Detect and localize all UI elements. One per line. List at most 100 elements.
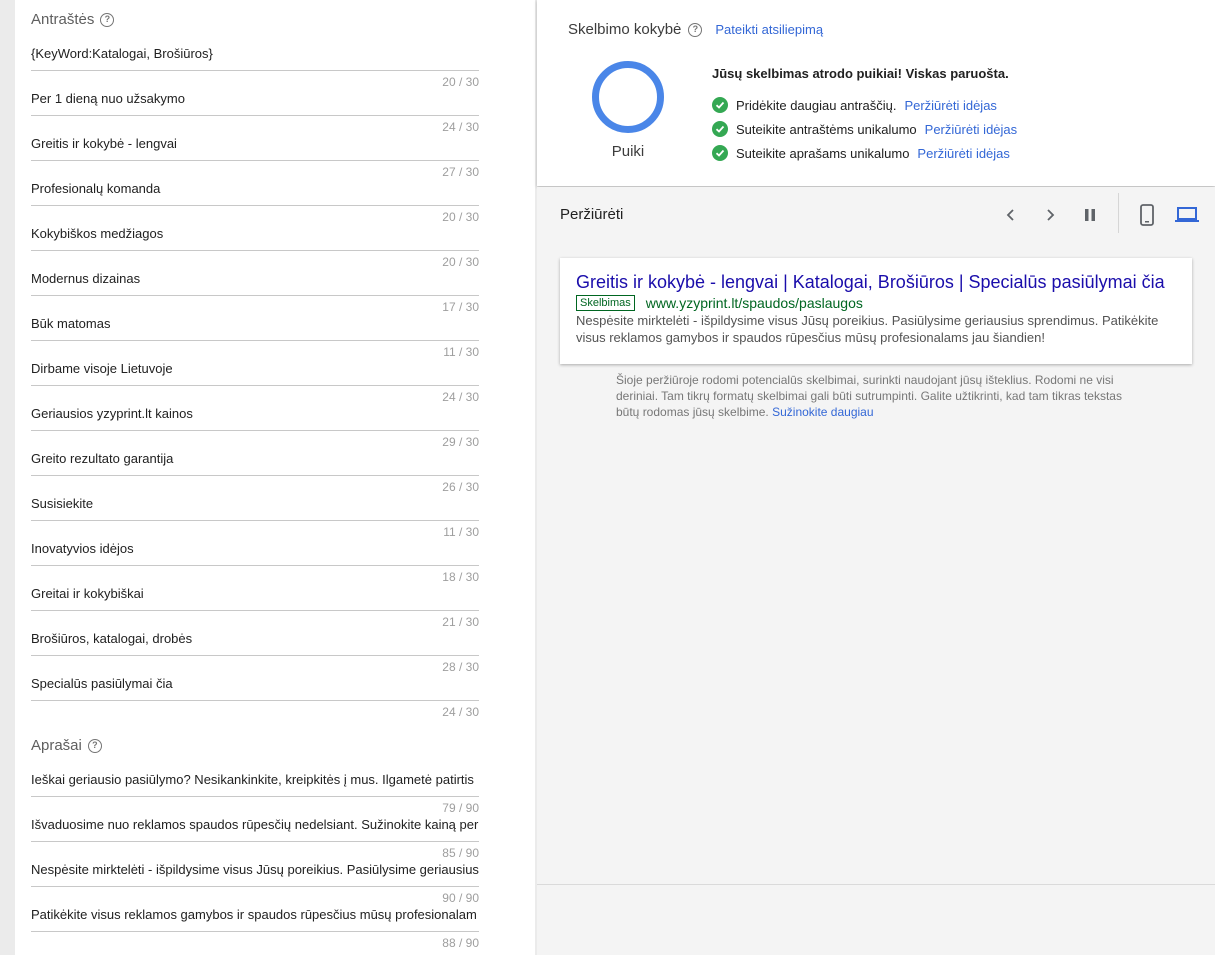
field-value[interactable]: Nespėsite mirktelėti - išpildysime visus…	[31, 861, 479, 879]
field-underline	[31, 340, 479, 341]
help-icon[interactable]: ?	[87, 738, 102, 753]
headline-field[interactable]: {KeyWord:Katalogai, Brošiūros} 20 / 30	[31, 45, 479, 90]
view-ideas-link[interactable]: Peržiūrėti idėjas	[925, 122, 1018, 137]
field-value[interactable]: Ieškai geriausio pasiūlymo? Nesikankinki…	[31, 771, 479, 789]
headline-field[interactable]: Dirbame visoje Lietuvoje 24 / 30	[31, 360, 479, 405]
headline-field[interactable]: Geriausios yzyprint.lt kainos 29 / 30	[31, 405, 479, 450]
headline-field[interactable]: Inovatyvios idėjos 18 / 30	[31, 540, 479, 585]
headline-field[interactable]: Kokybiškos medžiagos 20 / 30	[31, 225, 479, 270]
character-count: 24 / 30	[442, 705, 479, 719]
field-value[interactable]: Kokybiškos medžiagos	[31, 225, 479, 243]
ad-display-url: www.yzyprint.lt/spaudos/paslaugos	[645, 295, 863, 311]
field-value[interactable]: Specialūs pasiūlymai čia	[31, 675, 479, 693]
field-underline	[31, 205, 479, 206]
field-value[interactable]: Geriausios yzyprint.lt kainos	[31, 405, 479, 423]
field-value[interactable]: Išvaduosime nuo reklamos spaudos rūpesči…	[31, 816, 479, 834]
tip-text: Suteikite aprašams unikalumo	[736, 145, 910, 161]
field-value[interactable]: Greito rezultato garantija	[31, 450, 479, 468]
preview-title: Peržiūrėti	[560, 206, 624, 223]
tip-text: Pridėkite daugiau antraščių.	[736, 97, 897, 113]
field-value[interactable]: Susisiekite	[31, 495, 479, 513]
headline-field[interactable]: Greitis ir kokybė - lengvai 27 / 30	[31, 135, 479, 180]
asset-editor-panel: Antraštės ? {KeyWord:Katalogai, Brošiūro…	[15, 0, 535, 955]
help-icon[interactable]: ?	[100, 12, 115, 27]
chevron-left-icon[interactable]	[997, 201, 1025, 229]
headline-field[interactable]: Susisiekite 11 / 30	[31, 495, 479, 540]
field-underline	[31, 610, 479, 611]
field-underline	[31, 841, 479, 842]
ad-strength-title: Skelbimo kokybė	[568, 21, 682, 38]
field-value[interactable]: {KeyWord:Katalogai, Brošiūros}	[31, 45, 479, 63]
ad-strength-summary: Jūsų skelbimas atrodo puikiai! Viskas pa…	[712, 66, 1009, 81]
preview-panel: Peržiūrėti Greitis ir kokybė - lengvai |…	[537, 187, 1215, 955]
headline-field[interactable]: Per 1 dieną nuo užsakymo 24 / 30	[31, 90, 479, 135]
pause-icon[interactable]	[1076, 201, 1104, 229]
field-value[interactable]: Dirbame visoje Lietuvoje	[31, 360, 479, 378]
headline-field[interactable]: Brošiūros, katalogai, drobės 28 / 30	[31, 630, 479, 675]
headline-field[interactable]: Specialūs pasiūlymai čia 24 / 30	[31, 675, 479, 720]
headline-field[interactable]: Modernus dizainas 17 / 30	[31, 270, 479, 315]
field-value[interactable]: Modernus dizainas	[31, 270, 479, 288]
check-circle-icon	[712, 97, 728, 113]
description-field[interactable]: Nespėsite mirktelėti - išpildysime visus…	[31, 861, 479, 906]
ad-strength-header: Skelbimo kokybė ? Pateikti atsiliepimą	[568, 21, 823, 38]
field-underline	[31, 385, 479, 386]
ad-preview-card: Greitis ir kokybė - lengvai | Katalogai,…	[560, 258, 1192, 364]
headline-field[interactable]: Profesionalų komanda 20 / 30	[31, 180, 479, 225]
field-underline	[31, 700, 479, 701]
tip-item: Suteikite aprašams unikalumo Peržiūrėti …	[712, 145, 1010, 161]
character-count: 88 / 90	[442, 936, 479, 950]
ad-strength-rating: Puiki	[611, 143, 645, 160]
description-field[interactable]: Ieškai geriausio pasiūlymo? Nesikankinki…	[31, 771, 479, 816]
field-value[interactable]: Patikėkite visus reklamos gamybos ir spa…	[31, 906, 479, 924]
character-count: 11 / 30	[443, 345, 479, 359]
page-margin	[1215, 0, 1231, 955]
help-icon[interactable]: ?	[688, 22, 703, 37]
field-underline	[31, 886, 479, 887]
chevron-right-icon[interactable]	[1036, 201, 1064, 229]
check-circle-icon	[712, 121, 728, 137]
field-value[interactable]: Greitai ir kokybiškai	[31, 585, 479, 603]
view-ideas-link[interactable]: Peržiūrėti idėjas	[917, 146, 1010, 161]
character-count: 20 / 30	[442, 75, 479, 89]
headlines-title: Antraštės	[31, 11, 95, 28]
tip-item: Suteikite antraštėms unikalumo Peržiūrėt…	[712, 121, 1017, 137]
field-value[interactable]: Brošiūros, katalogai, drobės	[31, 630, 479, 648]
descriptions-title: Aprašai	[31, 737, 82, 754]
check-circle-icon	[712, 145, 728, 161]
field-value[interactable]: Per 1 dieną nuo užsakymo	[31, 90, 479, 108]
ad-headline[interactable]: Greitis ir kokybė - lengvai | Katalogai,…	[576, 272, 1165, 293]
headline-field[interactable]: Greitai ir kokybiškai 21 / 30	[31, 585, 479, 630]
character-count: 79 / 90	[442, 801, 479, 815]
character-count: 24 / 30	[442, 390, 479, 404]
descriptions-section-title: Aprašai ?	[31, 737, 102, 754]
headline-field[interactable]: Būk matomas 11 / 30	[31, 315, 479, 360]
feedback-link[interactable]: Pateikti atsiliepimą	[715, 22, 823, 37]
character-count: 20 / 30	[442, 210, 479, 224]
headline-field[interactable]: Greito rezultato garantija 26 / 30	[31, 450, 479, 495]
character-count: 26 / 30	[442, 480, 479, 494]
character-count: 90 / 90	[442, 891, 479, 905]
character-count: 18 / 30	[442, 570, 479, 584]
learn-more-link[interactable]: Sužinokite daugiau	[772, 405, 873, 419]
tip-item: Pridėkite daugiau antraščių. Peržiūrėti …	[712, 97, 997, 113]
ad-badge: Skelbimas	[576, 295, 635, 311]
field-underline	[31, 70, 479, 71]
field-underline	[31, 475, 479, 476]
field-value[interactable]: Inovatyvios idėjos	[31, 540, 479, 558]
headlines-section-title: Antraštės ?	[31, 11, 115, 28]
field-value[interactable]: Greitis ir kokybė - lengvai	[31, 135, 479, 153]
field-underline	[31, 115, 479, 116]
description-field[interactable]: Patikėkite visus reklamos gamybos ir spa…	[31, 906, 479, 951]
phone-icon[interactable]	[1133, 201, 1161, 229]
ad-description: Nespėsite mirktelėti - išpildysime visus…	[576, 313, 1159, 345]
character-count: 20 / 30	[442, 255, 479, 269]
laptop-icon[interactable]	[1173, 201, 1201, 229]
field-value[interactable]: Profesionalų komanda	[31, 180, 479, 198]
ad-url-row: Skelbimas www.yzyprint.lt/spaudos/paslau…	[576, 295, 863, 311]
divider	[537, 884, 1215, 885]
description-field[interactable]: Išvaduosime nuo reklamos spaudos rūpesči…	[31, 816, 479, 861]
field-value[interactable]: Būk matomas	[31, 315, 479, 333]
divider	[1118, 193, 1119, 233]
view-ideas-link[interactable]: Peržiūrėti idėjas	[904, 98, 997, 113]
